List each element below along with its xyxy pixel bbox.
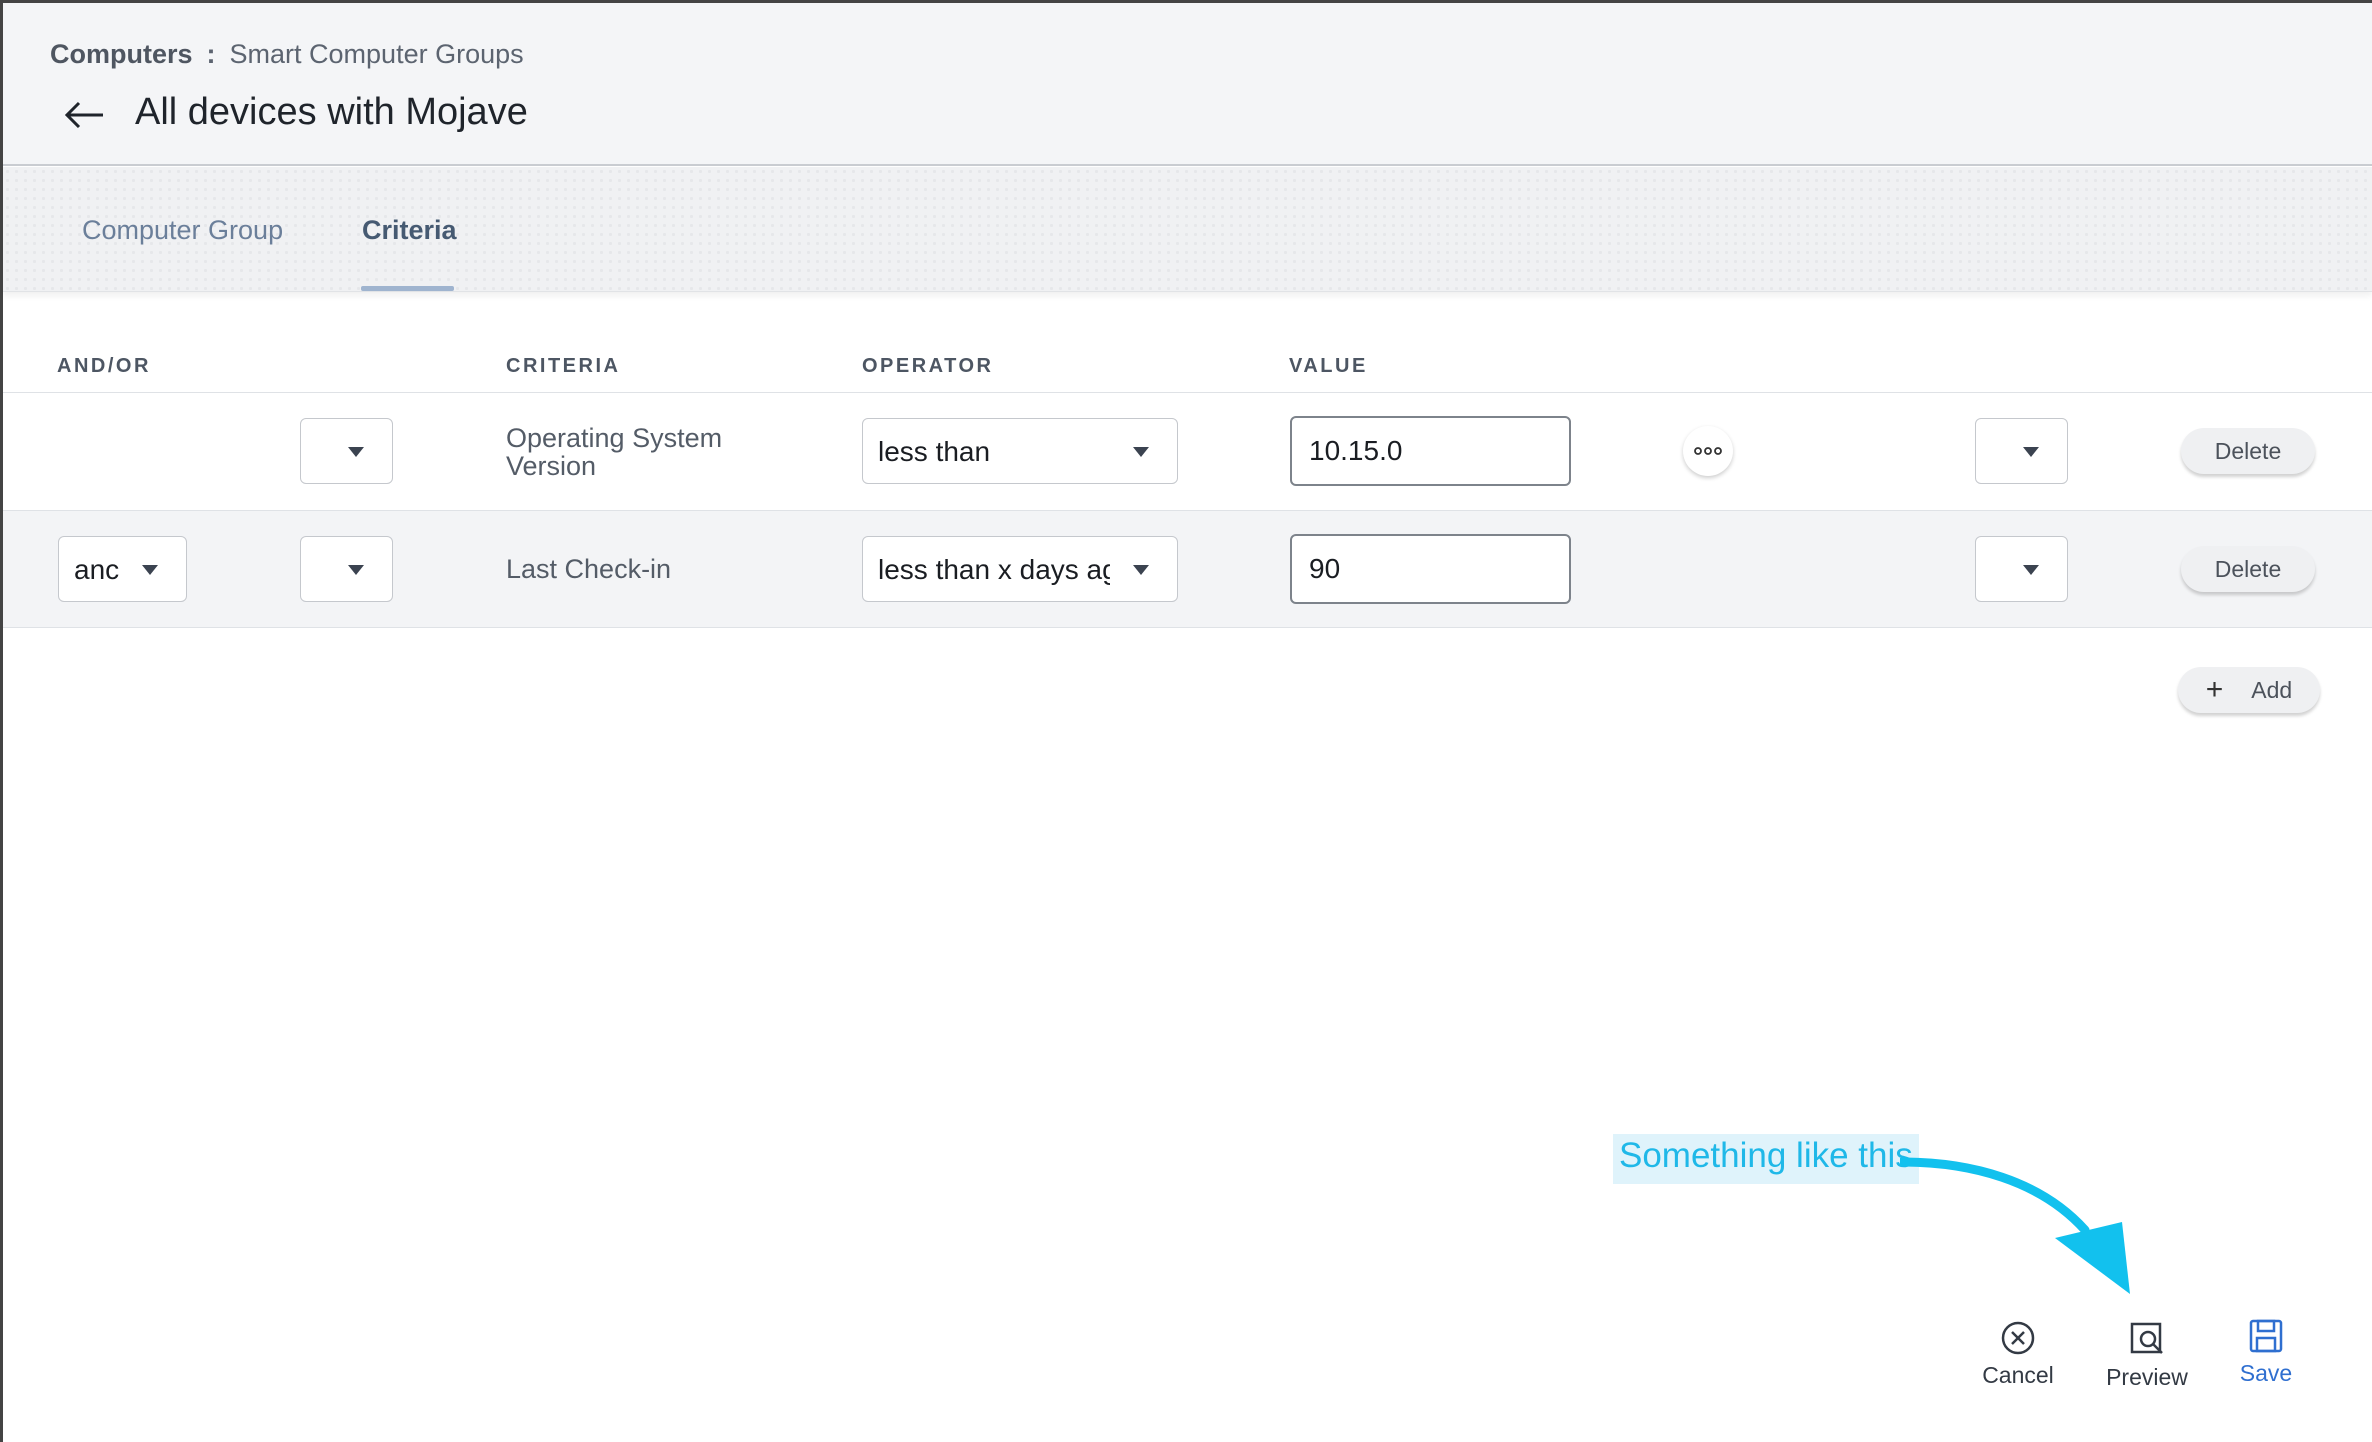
column-header-and-or: AND/OR xyxy=(57,355,151,377)
tab-bar: Computer Group Criteria xyxy=(3,167,2372,292)
more-options-icon[interactable] xyxy=(1683,426,1733,476)
delete-button[interactable]: Delete xyxy=(2181,546,2315,592)
chevron-down-icon xyxy=(348,565,364,575)
and-or-value: anc xyxy=(74,554,120,585)
table-row: anc Last Check-in less than x days ag De… xyxy=(3,511,2372,627)
chevron-down-icon xyxy=(348,447,364,457)
tab-computer-group[interactable]: Computer Group xyxy=(82,215,283,246)
open-paren-select[interactable] xyxy=(300,418,393,484)
page-title: All devices with Mojave xyxy=(135,91,528,133)
tab-criteria[interactable]: Criteria xyxy=(362,215,457,246)
cancel-icon xyxy=(2001,1321,2035,1355)
column-header-value: VALUE xyxy=(1289,355,1368,377)
chevron-down-icon xyxy=(1133,565,1149,575)
back-arrow-icon[interactable] xyxy=(63,95,107,135)
breadcrumb-computers[interactable]: Computers xyxy=(50,39,193,69)
plus-icon: + xyxy=(2205,673,2224,706)
save-label: Save xyxy=(2239,1360,2293,1386)
operator-value: less than xyxy=(878,436,991,467)
criteria-label: Last Check-in xyxy=(506,554,672,584)
preview-label: Preview xyxy=(2106,1364,2188,1390)
chevron-down-icon xyxy=(1133,447,1149,457)
close-paren-select[interactable] xyxy=(1975,418,2068,484)
column-header-operator: OPERATOR xyxy=(862,355,994,377)
active-tab-indicator xyxy=(361,286,454,291)
cancel-button[interactable]: Cancel xyxy=(1978,1320,2058,1389)
chevron-down-icon xyxy=(2023,447,2039,457)
breadcrumb: Computers: Smart Computer Groups xyxy=(50,39,524,70)
breadcrumb-smart-computer-groups[interactable]: Smart Computer Groups xyxy=(230,39,524,69)
table-divider xyxy=(3,627,2372,628)
annotation-label: Something like this xyxy=(1613,1134,1919,1184)
and-or-select[interactable]: anc xyxy=(58,536,187,602)
cancel-label: Cancel xyxy=(1982,1362,2054,1388)
operator-select[interactable]: less than x days ag xyxy=(862,536,1178,602)
page-header: Computers: Smart Computer Groups All devi… xyxy=(3,3,2372,166)
preview-icon xyxy=(2130,1322,2163,1354)
annotation-arrow-icon xyxy=(1900,1157,2130,1294)
add-criteria-button[interactable]: + Add xyxy=(2178,667,2320,713)
table-row: Operating System Version less than Delet… xyxy=(3,393,2372,509)
open-paren-select[interactable] xyxy=(300,536,393,602)
value-input[interactable] xyxy=(1290,416,1571,486)
save-icon xyxy=(2249,1319,2283,1353)
close-paren-select[interactable] xyxy=(1975,536,2068,602)
add-button-label: Add xyxy=(2251,676,2293,703)
save-button[interactable]: Save xyxy=(2226,1318,2306,1387)
value-input[interactable] xyxy=(1290,534,1571,604)
delete-button[interactable]: Delete xyxy=(2181,428,2315,474)
chevron-down-icon xyxy=(2023,565,2039,575)
breadcrumb-separator: : xyxy=(206,39,216,69)
preview-button[interactable]: Preview xyxy=(2104,1320,2190,1391)
operator-select[interactable]: less than xyxy=(862,418,1178,484)
criteria-label: Operating System Version xyxy=(506,423,723,481)
column-header-criteria: CRITERIA xyxy=(506,355,621,377)
operator-value: less than x days ag xyxy=(878,554,1110,585)
chevron-down-icon xyxy=(142,565,158,575)
